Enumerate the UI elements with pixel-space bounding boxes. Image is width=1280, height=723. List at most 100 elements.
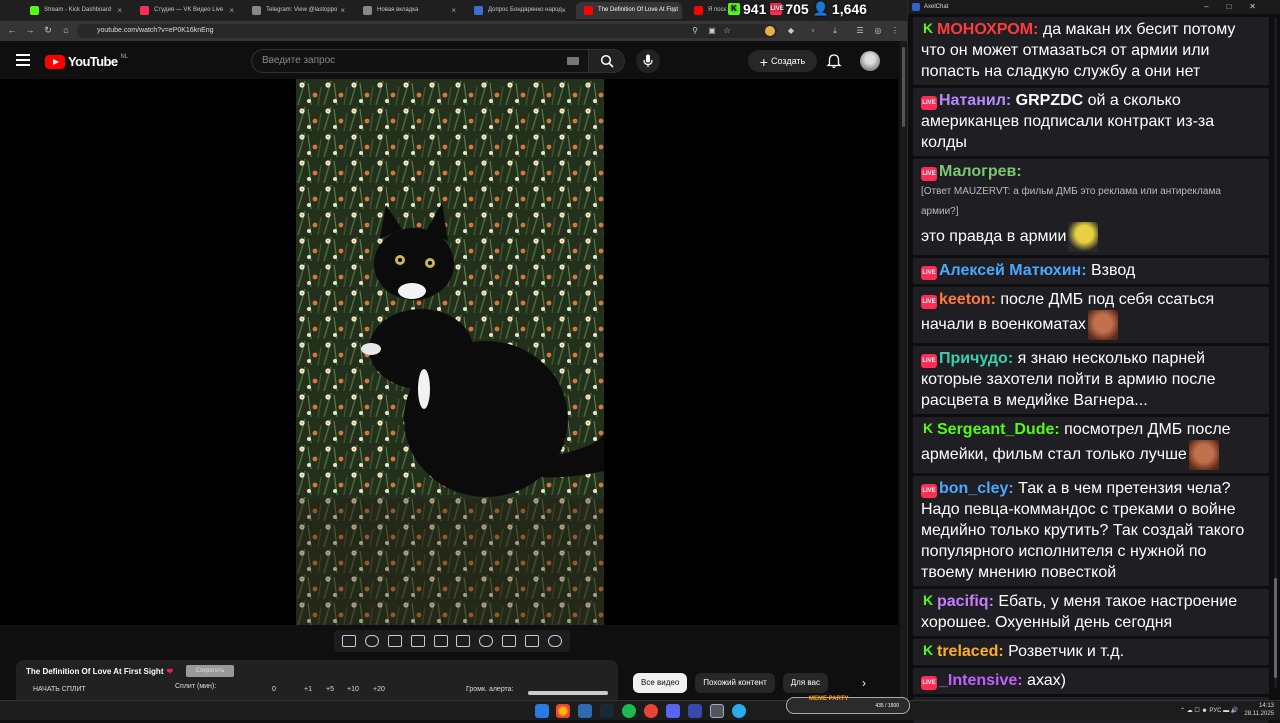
live-viewers-count: 705	[785, 1, 809, 17]
menu-icon[interactable]: ⋮	[890, 26, 900, 36]
chip-similar[interactable]: Похожий контент	[695, 673, 775, 693]
add-clip-icon[interactable]	[501, 635, 516, 647]
alert-volume-slider[interactable]	[528, 691, 608, 695]
region-code: NL	[120, 53, 129, 60]
picture-in-picture-icon[interactable]	[433, 635, 448, 647]
chat-username[interactable]: Натанил:	[939, 92, 1011, 109]
keyboard-language[interactable]: РУС	[1209, 708, 1221, 714]
browser-tab[interactable]: The Definition Of Love At First ×	[576, 2, 682, 19]
chat-username[interactable]: МОНОХРОМ:	[937, 21, 1038, 38]
broadcast-icon[interactable]	[365, 635, 380, 647]
clock[interactable]: 14:13 28.11.2025	[1244, 702, 1274, 718]
scrollbar-thumb[interactable]	[902, 47, 905, 127]
create-button[interactable]: + Создать	[748, 50, 817, 72]
download-icon[interactable]: ⤓	[830, 26, 840, 36]
split-plus-1[interactable]: +1	[304, 686, 312, 693]
split-plus-20[interactable]: +20	[373, 686, 385, 693]
spotify-icon[interactable]	[622, 704, 636, 718]
settings-gear-icon[interactable]	[547, 635, 562, 647]
chat-username[interactable]: Малогрев:	[939, 163, 1022, 180]
back-icon[interactable]: ←	[6, 25, 18, 35]
film-icon[interactable]	[410, 635, 425, 647]
notifications-bell-icon[interactable]	[826, 53, 842, 69]
chat-username[interactable]: Sergeant_Dude:	[937, 421, 1060, 438]
chat-reply-quote: [Ответ MAUZERVT: а фильм ДМБ это реклама…	[921, 186, 1221, 217]
chevron-right-icon[interactable]: ›	[862, 676, 866, 690]
folder-icon[interactable]	[578, 704, 592, 718]
chat-scrollbar[interactable]	[1274, 18, 1277, 688]
chat-username[interactable]: bon_cley:	[939, 480, 1014, 497]
media-player-icon[interactable]	[688, 704, 702, 718]
chat-message: LIVE Алексей Матюхин: Взвод	[913, 258, 1269, 284]
extension-icon[interactable]	[765, 26, 775, 36]
start-split-button[interactable]: НАЧАТЬ СПЛИТ	[33, 686, 86, 693]
browser-tab[interactable]: Новая вкладка ×	[355, 2, 462, 19]
browser-tab[interactable]: Студия — VK Видео Live ×	[132, 2, 240, 19]
chat-username[interactable]: trelaced:	[937, 643, 1004, 660]
chip-all-videos[interactable]: Все видео	[633, 673, 688, 693]
browser-tab[interactable]: Telegram: View @lastoppo ×	[244, 2, 351, 19]
chat-message-text: ахах)	[1027, 672, 1066, 689]
kick-icon: K	[728, 3, 740, 15]
tab-label: Допрос Бондаренко народ	[488, 7, 562, 13]
profile-icon[interactable]: ◎	[873, 26, 883, 36]
system-tray-icons[interactable]: ⌃ ☁ ☐ ☻ РУС ▬ 🔊	[1180, 707, 1238, 714]
split-plus-5[interactable]: +5	[326, 686, 334, 693]
split-plus-10[interactable]: +10	[347, 686, 359, 693]
obs-icon[interactable]	[644, 704, 658, 718]
shorten-button[interactable]: Сократить	[186, 665, 234, 677]
hamburger-menu-icon[interactable]	[16, 54, 30, 66]
tab-close-icon[interactable]: ×	[671, 2, 676, 19]
window-controls[interactable]: –□✕	[1204, 0, 1274, 14]
loop-icon[interactable]	[342, 635, 357, 647]
chat-username[interactable]: Причудо:	[939, 350, 1013, 367]
chat-username[interactable]: keeton:	[939, 291, 996, 308]
tab-close-icon[interactable]: ×	[229, 2, 234, 19]
youtube-logo[interactable]: YouTube NL	[45, 54, 128, 69]
home-icon[interactable]: ⌂	[60, 25, 72, 35]
tab-close-icon[interactable]: ×	[561, 2, 566, 19]
browser-tab[interactable]: Stream - Kick Dashboard ×	[22, 2, 128, 19]
chat-scrollbar-thumb[interactable]	[1274, 578, 1277, 678]
chip-for-you[interactable]: Для вас	[782, 673, 828, 693]
forward-icon[interactable]: →	[24, 25, 36, 35]
keyboard-icon[interactable]	[567, 57, 579, 65]
extension-icon-2[interactable]: ◆	[786, 26, 796, 36]
tab-close-icon[interactable]: ×	[117, 2, 122, 19]
fullscreen-box-icon[interactable]	[456, 635, 471, 647]
speed-gauge-icon[interactable]	[479, 635, 494, 647]
chat-username[interactable]: _Intensive:	[939, 672, 1023, 689]
bookmark-star-icon[interactable]: ☆	[722, 26, 732, 36]
discord-icon[interactable]	[666, 704, 680, 718]
video-title-text: The Definition Of Love At First Sight	[26, 667, 164, 676]
tab-close-icon[interactable]: ×	[451, 2, 456, 19]
page-scrollbar[interactable]	[900, 41, 907, 700]
subtitles-icon[interactable]	[387, 635, 402, 647]
telegram-icon[interactable]	[732, 704, 746, 718]
reload-icon[interactable]: ↻	[42, 25, 54, 36]
steam-icon[interactable]	[600, 704, 614, 718]
browser-tab[interactable]: Допрос Бондаренко народ ×	[466, 2, 572, 19]
start-windows-icon[interactable]	[535, 704, 549, 718]
split-value[interactable]: 0	[272, 686, 276, 693]
chrome-icon[interactable]	[556, 704, 570, 718]
search-input[interactable]: Введите запрос	[251, 49, 589, 73]
url-field[interactable]: youtube.com/watch?v=eP0K16knEng	[77, 24, 777, 38]
screenshot-camera-icon[interactable]	[524, 635, 539, 647]
video-player[interactable]	[0, 79, 898, 625]
voice-search-button[interactable]	[636, 49, 660, 73]
search-lens-icon[interactable]: ⚲	[690, 26, 700, 36]
chat-message: K Sergeant_Dude: посмотрел ДМБ после арме…	[913, 417, 1269, 473]
chat-username[interactable]: pacifiq:	[937, 593, 994, 610]
extension-icon-3[interactable]: ▫	[808, 26, 818, 36]
cast-icon[interactable]: ▣	[707, 26, 717, 36]
chat-username[interactable]: Алексей Матюхин:	[939, 262, 1087, 279]
browser-tab[interactable]: Я посетил	[686, 2, 726, 19]
app-icon[interactable]	[710, 704, 724, 718]
sidebar-icon[interactable]: ☰	[855, 26, 865, 36]
chat-window: AxelChat –□✕ K МОНОХРОМ: да макан их беси…	[907, 0, 1280, 723]
search-button[interactable]	[588, 49, 625, 73]
user-avatar[interactable]	[860, 51, 880, 71]
tab-close-icon[interactable]: ×	[340, 2, 345, 19]
video-frame-cat-in-flowers[interactable]	[296, 79, 604, 625]
